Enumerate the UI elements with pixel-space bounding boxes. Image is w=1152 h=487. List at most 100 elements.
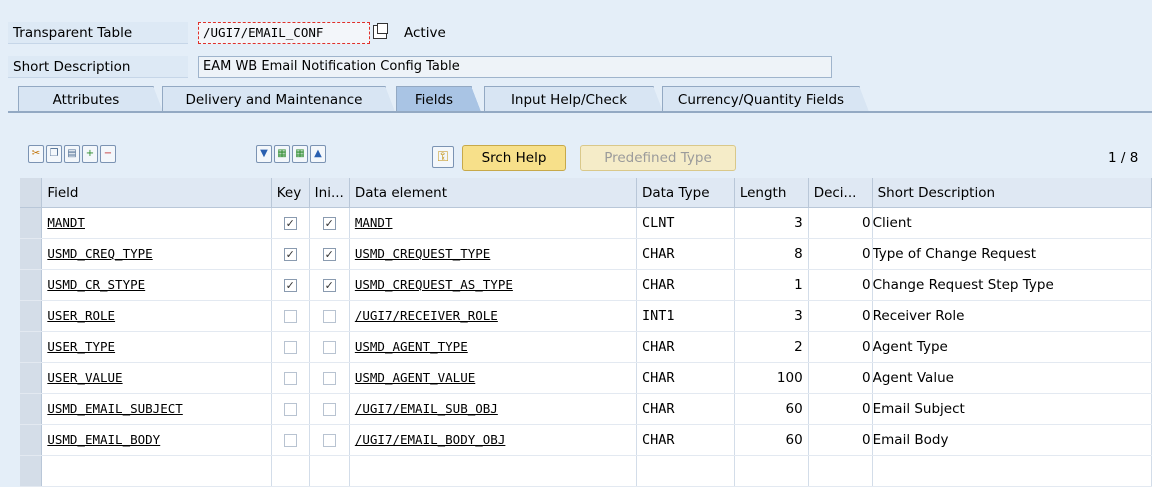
field-name[interactable]: MANDT (47, 215, 85, 230)
empty-cell[interactable] (734, 455, 809, 487)
data-element[interactable]: USMD_AGENT_VALUE (355, 370, 475, 385)
delete-row-icon[interactable]: − (100, 145, 116, 163)
data-element[interactable]: /UGI7/RECEIVER_ROLE (355, 308, 498, 323)
key-cell[interactable]: ✓ (271, 207, 310, 239)
field-name-cell[interactable]: USMD_CREQ_TYPE (41, 238, 272, 270)
data-element-cell[interactable]: MANDT (349, 207, 637, 239)
key-cell[interactable]: ✓ (271, 269, 310, 301)
length-cell[interactable]: 8 (734, 238, 809, 270)
key-cell[interactable] (271, 300, 310, 332)
data-element[interactable]: USMD_AGENT_TYPE (355, 339, 468, 354)
data-element[interactable]: /UGI7/EMAIL_SUB_OBJ (355, 401, 498, 416)
empty-cell[interactable] (872, 455, 1152, 487)
data-type-cell[interactable]: CHAR (636, 362, 735, 394)
data-element-cell[interactable]: USMD_CREQUEST_AS_TYPE (349, 269, 637, 301)
decimals-cell[interactable]: 0 (808, 424, 873, 456)
key-icon[interactable]: ⚿ (432, 146, 454, 168)
field-name-cell[interactable]: USMD_EMAIL_BODY (41, 424, 272, 456)
field-name[interactable]: USMD_EMAIL_SUBJECT (47, 401, 182, 416)
initial-checkbox[interactable] (322, 309, 336, 323)
initial-cell[interactable] (309, 300, 350, 332)
paste-icon[interactable]: ▤ (64, 145, 80, 163)
key-cell[interactable] (271, 393, 310, 425)
tab-currency-quantity-fields[interactable]: Currency/Quantity Fields (662, 86, 869, 112)
key-checkbox[interactable] (283, 402, 297, 416)
length-cell[interactable]: 60 (734, 424, 809, 456)
field-name[interactable]: USMD_CREQ_TYPE (47, 246, 152, 261)
initial-checkbox[interactable] (322, 433, 336, 447)
initial-checkbox[interactable] (322, 340, 336, 354)
tab-attributes[interactable]: Attributes (18, 86, 163, 112)
length-cell[interactable]: 60 (734, 393, 809, 425)
data-element-cell[interactable]: /UGI7/EMAIL_SUB_OBJ (349, 393, 637, 425)
table-row[interactable]: USER_VALUE USMD_AGENT_VALUE CHAR 100 0 Agent … (20, 362, 1152, 394)
row-selector[interactable] (20, 424, 43, 456)
empty-row[interactable] (20, 455, 1152, 487)
column-header-decimals[interactable]: Deci... (808, 178, 873, 208)
cut-icon[interactable]: ✂ (28, 145, 44, 163)
key-checkbox[interactable] (283, 309, 297, 323)
data-type-cell[interactable]: CLNT (636, 207, 735, 239)
table-row[interactable]: USMD_CREQ_TYPE ✓ ✓ USMD_CREQUEST_TYPE CHAR 8 0… (20, 238, 1152, 270)
key-checkbox[interactable] (283, 340, 297, 354)
length-cell[interactable]: 3 (734, 300, 809, 332)
row-selector[interactable] (20, 238, 43, 270)
field-name[interactable]: USMD_CR_STYPE (47, 277, 145, 292)
table-up-icon[interactable]: ▦ (292, 145, 308, 163)
copy-icon[interactable]: ❐ (46, 145, 62, 163)
field-name-cell[interactable]: MANDT (41, 207, 272, 239)
column-header-short-description[interactable]: Short Description (872, 178, 1152, 208)
tab-fields[interactable]: Fields (396, 86, 481, 112)
decimals-cell[interactable]: 0 (808, 300, 873, 332)
data-element[interactable]: /UGI7/EMAIL_BODY_OBJ (355, 432, 506, 447)
short-description-field[interactable]: EAM WB Email Notification Config Table (198, 56, 832, 78)
initial-cell[interactable] (309, 331, 350, 363)
table-row[interactable]: USMD_EMAIL_SUBJECT/UGI7/EMAIL_SUB_OBJ CHA… (20, 393, 1152, 425)
row-selector[interactable] (20, 331, 43, 363)
row-selector[interactable] (20, 362, 43, 394)
key-checkbox[interactable]: ✓ (283, 216, 297, 230)
srch-help-button[interactable]: Srch Help (462, 145, 566, 171)
table-row[interactable]: USMD_CR_STYPE ✓ ✓ USMD_CREQUEST_AS_TYPE CHAR… (20, 269, 1152, 301)
key-cell[interactable]: ✓ (271, 238, 310, 270)
column-header-length[interactable]: Length (734, 178, 809, 208)
scroll-up-icon[interactable]: ▲ (310, 145, 326, 163)
initial-cell[interactable] (309, 393, 350, 425)
key-checkbox[interactable]: ✓ (283, 247, 297, 261)
data-element-cell[interactable]: USMD_CREQUEST_TYPE (349, 238, 637, 270)
row-selector[interactable] (20, 300, 43, 332)
initial-cell[interactable]: ✓ (309, 207, 350, 239)
column-header-field[interactable]: Field (41, 178, 272, 208)
decimals-cell[interactable]: 0 (808, 393, 873, 425)
initial-cell[interactable] (309, 424, 350, 456)
column-header-data-type[interactable]: Data Type (636, 178, 735, 208)
data-type-cell[interactable]: CHAR (636, 424, 735, 456)
field-name-cell[interactable]: USER_ROLE (41, 300, 272, 332)
decimals-cell[interactable]: 0 (808, 269, 873, 301)
table-row[interactable]: USER_TYPE USMD_AGENT_TYPE CHAR 2 0 Agent Type (20, 331, 1152, 363)
initial-checkbox[interactable]: ✓ (322, 278, 336, 292)
column-header-data-element[interactable]: Data element (349, 178, 637, 208)
data-type-cell[interactable]: CHAR (636, 393, 735, 425)
field-name-cell[interactable]: USER_TYPE (41, 331, 272, 363)
field-name-cell[interactable]: USMD_CR_STYPE (41, 269, 272, 301)
data-type-cell[interactable]: INT1 (636, 300, 735, 332)
key-checkbox[interactable] (283, 371, 297, 385)
row-selector[interactable] (20, 455, 43, 487)
data-element-cell[interactable]: USMD_AGENT_VALUE (349, 362, 637, 394)
data-element[interactable]: USMD_CREQUEST_AS_TYPE (355, 277, 513, 292)
key-cell[interactable] (271, 331, 310, 363)
data-type-cell[interactable]: CHAR (636, 269, 735, 301)
length-cell[interactable]: 100 (734, 362, 809, 394)
predefined-type-button[interactable]: Predefined Type (580, 145, 736, 171)
table-row[interactable]: MANDT ✓ ✓ MANDT CLNT 3 0 Client (20, 207, 1152, 239)
key-cell[interactable] (271, 362, 310, 394)
column-header-initial[interactable]: Ini... (309, 178, 350, 208)
initial-cell[interactable] (309, 362, 350, 394)
length-cell[interactable]: 1 (734, 269, 809, 301)
scroll-down-icon[interactable]: ▼ (256, 145, 272, 163)
empty-cell[interactable] (271, 455, 310, 487)
field-name-cell[interactable]: USER_VALUE (41, 362, 272, 394)
initial-checkbox[interactable]: ✓ (322, 216, 336, 230)
row-selector[interactable] (20, 393, 43, 425)
